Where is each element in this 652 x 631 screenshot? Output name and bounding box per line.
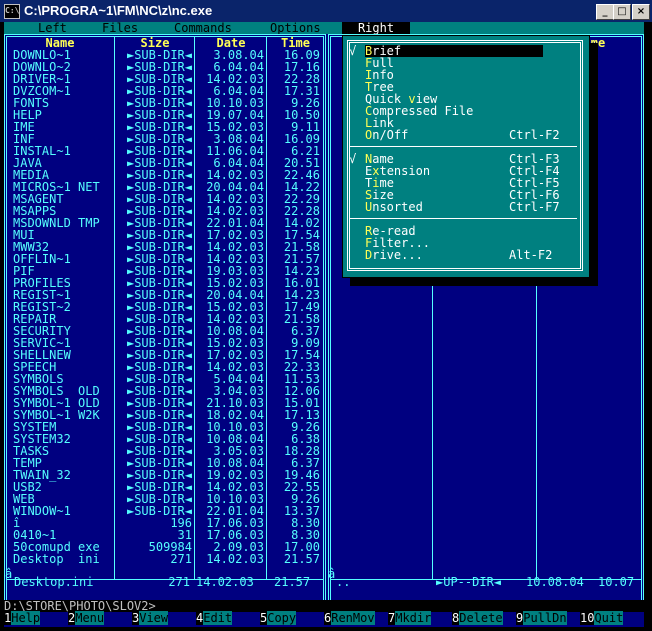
right-col-divider-1 [432,280,433,579]
left-col-sizes: ►SUB-DIR◄ ►SUB-DIR◄ ►SUB-DIR◄ ►SUB-DIR◄ ►SUB… [116,49,192,565]
right-header-fragment: me [590,36,606,50]
left-col-divider-1 [114,37,115,579]
title-bar[interactable]: C:\ C:\PROGRA~1\FM\NC\z\nc.exe _ □ × [0,0,652,22]
fkey-label: Delete [459,611,503,625]
file-name[interactable]: WINDOW~1 [13,505,113,517]
right-status-date: 10.08.04 [526,575,584,589]
left-status-time: 21.57 [274,575,311,589]
left-col-divider-2 [194,37,195,579]
right-status-time: 10.07 [598,575,635,589]
left-col-dates: 3.08.04 6.04.04 14.02.03 6.04.04 10.10.03 19.… [196,49,264,565]
menu-separator [349,218,577,219]
menu-item-shortcut: Alt-F2 [509,248,553,262]
fkey-label: Edit [203,611,233,625]
menu-item-unsorted[interactable]: Unsorted Ctrl-F7 [365,200,560,214]
menu-options[interactable]: Options [270,22,321,34]
fkey-view[interactable]: 3View [132,611,169,625]
fkey-number: 10 [580,611,595,625]
left-scroll-up[interactable]: â [5,568,12,580]
left-col-divider-3 [266,37,267,579]
fkey-help[interactable]: 1Help [4,611,41,625]
fkey-label: Mkdir [395,611,432,625]
close-button[interactable]: × [632,4,650,20]
fkey-label: PullDn [523,611,567,625]
function-key-bar: 1Help 2Menu 3View 4Edit 5Copy 6RenMov 7Mk… [4,611,644,625]
left-col-times: 16.09 17.16 22.28 17.31 9.26 10.50 9.11 16.09 6.… [268,49,320,565]
console-window: C:\ C:\PROGRA~1\FM\NC\z\nc.exe _ □ × Lef… [0,0,652,631]
right-pulldown-menu: √ Brief Full Info Tree Quick view Compressed F… [342,35,590,278]
menu-item-on-off[interactable]: On/Off Ctrl-F2 [365,128,560,142]
left-col-names: DOWNLO~1 DOWNLO~2 DRIVER~1 DVZCOM~1 FONTS HEL… [13,49,113,565]
maximize-button[interactable]: □ [613,4,631,20]
check-mark-icon: √ [349,152,357,166]
file-date[interactable]: 14.02.03 [196,553,264,565]
left-status-name: Desktop.ini [14,575,94,589]
menu-item-label: Drive... [365,248,423,262]
right-status-size: ►UP--DIR◄ [436,575,502,589]
fkey-label: Menu [75,611,105,625]
fkey-label: Help [11,611,41,625]
fkey-label: View [139,611,169,625]
menu-item-label: Unsorted [365,200,423,214]
file-size[interactable]: 271 [116,553,192,565]
menu-files[interactable]: Files [102,22,138,34]
right-col-divider-2 [536,280,537,579]
right-scroll-up[interactable]: â [328,568,335,580]
fkey-edit[interactable]: 4Edit [196,611,233,625]
left-status-date: 14.02.03 [196,575,254,589]
menu-item-shortcut: Ctrl-F2 [509,128,560,142]
menu-left[interactable]: Left [38,22,67,34]
fkey-label: Quit [594,611,624,625]
menu-item-drive[interactable]: Drive... Alt-F2 [365,248,552,262]
window-title: C:\PROGRA~1\FM\NC\z\nc.exe [24,3,213,18]
menu-item-label: On/Off [365,128,409,142]
fkey-menu[interactable]: 2Menu [68,611,105,625]
right-status-name: .. [336,575,351,589]
left-status-size: 271 [168,575,190,589]
fkey-pulldn[interactable]: 9PullDn [516,611,567,625]
fkey-delete[interactable]: 8Delete [452,611,503,625]
menu-commands[interactable]: Commands [174,22,232,34]
fkey-label: RenMov [331,611,375,625]
fkey-label: Copy [267,611,297,625]
fkey-copy[interactable]: 5Copy [260,611,297,625]
menu-separator [349,146,577,147]
file-name[interactable]: Desktop ini [13,553,113,565]
check-mark-icon: √ [349,44,357,58]
menu-item-shortcut: Ctrl-F7 [509,200,560,214]
fkey-mkdir[interactable]: 7Mkdir [388,611,432,625]
menu-right[interactable]: Right [342,22,410,34]
menu-bar: Left Files Commands Options Right [4,22,644,34]
minimize-button[interactable]: _ [596,4,614,20]
console-app-icon[interactable]: C:\ [4,4,20,19]
nc-screen: Left Files Commands Options Right Name S… [4,22,644,627]
fkey-quit[interactable]: 10Quit [580,611,624,625]
fkey-renmov[interactable]: 6RenMov [324,611,375,625]
file-time[interactable]: 21.57 [268,553,320,565]
